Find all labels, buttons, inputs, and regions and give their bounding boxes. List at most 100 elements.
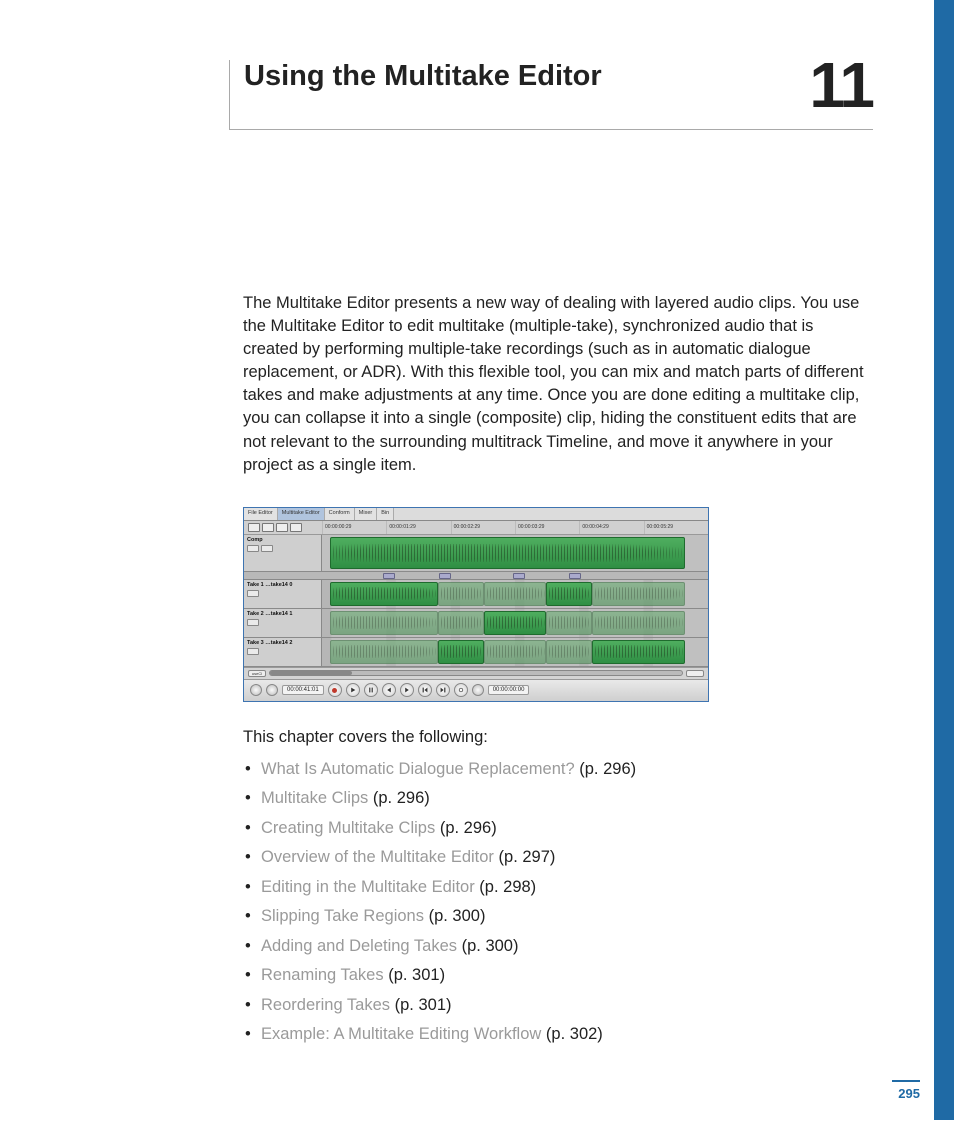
toc-page: (p. 296): [579, 760, 636, 778]
ruler-tick: 00:00:01:29: [386, 521, 450, 534]
horizontal-scroll: useCl: [244, 667, 708, 679]
page: Using the Multitake Editor 11 The Multit…: [0, 0, 954, 1145]
track-take1: Take 1 …take14 0: [244, 580, 708, 609]
toc-link[interactable]: Creating Multitake Clips: [261, 819, 435, 837]
shuttle-icon: [266, 684, 278, 696]
toc-link[interactable]: Multitake Clips: [261, 789, 368, 807]
clip: [484, 582, 546, 606]
toc-link[interactable]: Slipping Take Regions: [261, 907, 424, 925]
content-area: Using the Multitake Editor 11 The Multit…: [243, 60, 873, 1056]
chapter-toc: What Is Automatic Dialogue Replacement? …: [243, 761, 873, 1043]
toc-link[interactable]: Editing in the Multitake Editor: [261, 878, 475, 896]
tab-mixer: Mixer: [355, 508, 377, 520]
toc-item: Multitake Clips (p. 296): [243, 790, 873, 807]
body: The Multitake Editor presents a new way …: [243, 292, 873, 1043]
toc-item: What Is Automatic Dialogue Replacement? …: [243, 761, 873, 778]
toc-item: Reordering Takes (p. 301): [243, 997, 873, 1014]
clip: [546, 640, 592, 664]
toc-link[interactable]: Reordering Takes: [261, 996, 390, 1014]
toc-page: (p. 298): [479, 878, 536, 896]
toc-page: (p. 297): [499, 848, 556, 866]
toc-item: Adding and Deleting Takes (p. 300): [243, 938, 873, 955]
toc-item: Example: A Multitake Editing Workflow (p…: [243, 1026, 873, 1043]
clip: [330, 582, 438, 606]
track-take2: Take 2 …take14 1: [244, 609, 708, 638]
track-take3: Take 3 …take14 2: [244, 638, 708, 667]
rewind-button-icon: [382, 683, 396, 697]
zoom-control: [686, 670, 704, 677]
ruler-tick: 00:00:03:29: [515, 521, 579, 534]
toc-page: (p. 301): [395, 996, 452, 1014]
clip: [484, 640, 546, 664]
marker-row: [244, 572, 708, 580]
track-lane-comp: [322, 535, 708, 571]
toc-page: (p. 300): [462, 937, 519, 955]
track-label: Take 1 …take14 0: [247, 582, 318, 588]
track-label: Take 3 …take14 2: [247, 640, 318, 646]
speaker-icon: [472, 684, 484, 696]
toc-link[interactable]: Example: A Multitake Editing Workflow: [261, 1025, 541, 1043]
track-lane: [322, 638, 708, 666]
clip: [546, 611, 592, 635]
clip: [438, 611, 484, 635]
forward-button-icon: [400, 683, 414, 697]
tab-file-editor: File Editor: [244, 508, 278, 520]
toc-link[interactable]: Adding and Deleting Takes: [261, 937, 457, 955]
skip-back-icon: [418, 683, 432, 697]
toc-page: (p. 296): [440, 819, 497, 837]
side-accent-bar: [934, 0, 954, 1120]
track-comp: Comp: [244, 535, 708, 572]
ruler-tick: 00:00:00:29: [322, 521, 386, 534]
track-head-comp: Comp: [244, 535, 322, 571]
toc-item: Slipping Take Regions (p. 300): [243, 908, 873, 925]
toc-item: Renaming Takes (p. 301): [243, 967, 873, 984]
clip: [592, 582, 685, 606]
jog-wheel-icon: [250, 684, 262, 696]
clip: [484, 611, 546, 635]
tool-buttons: [244, 521, 322, 534]
time-ruler: 00:00:00:29 00:00:01:29 00:00:02:29 00:0…: [322, 521, 708, 534]
toc-page: (p. 302): [546, 1025, 603, 1043]
clip: [438, 640, 484, 664]
chapter-header: Using the Multitake Editor 11: [229, 60, 873, 130]
transport-bar: 00:00:41:01 00:00:00:00: [244, 679, 708, 701]
multitake-editor-screenshot: File Editor Multitake Editor Conform Mix…: [243, 507, 709, 702]
toc-item: Overview of the Multitake Editor (p. 297…: [243, 849, 873, 866]
toc-page: (p. 301): [388, 966, 445, 984]
tab-bin: Bin: [377, 508, 394, 520]
clip: [330, 640, 438, 664]
clip: [546, 582, 592, 606]
toc-link[interactable]: What Is Automatic Dialogue Replacement?: [261, 760, 575, 778]
page-number: 295: [892, 1080, 920, 1101]
clip: [592, 640, 685, 664]
chapter-title: Using the Multitake Editor: [244, 60, 602, 93]
track-label: Comp: [247, 537, 318, 543]
toc-link[interactable]: Renaming Takes: [261, 966, 384, 984]
record-button-icon: [328, 683, 342, 697]
ruler-tick: 00:00:05:29: [644, 521, 708, 534]
intro-paragraph: The Multitake Editor presents a new way …: [243, 292, 873, 477]
track-label: Take 2 …take14 1: [247, 611, 318, 617]
toc-item: Creating Multitake Clips (p. 296): [243, 820, 873, 837]
track-head: Take 1 …take14 0: [244, 580, 322, 608]
covers-label: This chapter covers the following:: [243, 728, 873, 747]
ruler-tick: 00:00:02:29: [451, 521, 515, 534]
track-head: Take 2 …take14 1: [244, 609, 322, 637]
tab-conform: Conform: [325, 508, 355, 520]
clip: [330, 611, 438, 635]
editor-tabs: File Editor Multitake Editor Conform Mix…: [244, 508, 708, 521]
timecode-display: 00:00:41:01: [282, 685, 324, 695]
toc-link[interactable]: Overview of the Multitake Editor: [261, 848, 494, 866]
editor-toolbar: 00:00:00:29 00:00:01:29 00:00:02:29 00:0…: [244, 521, 708, 535]
scroll-track: [269, 670, 683, 676]
chapter-number: 11: [809, 48, 873, 122]
toc-page: (p. 300): [429, 907, 486, 925]
track-head: Take 3 …take14 2: [244, 638, 322, 666]
track-lane: [322, 580, 708, 608]
tab-multitake-editor: Multitake Editor: [278, 508, 325, 520]
skip-fwd-icon: [436, 683, 450, 697]
toc-page: (p. 296): [373, 789, 430, 807]
toc-item: Editing in the Multitake Editor (p. 298): [243, 879, 873, 896]
track-lane: [322, 609, 708, 637]
pause-button-icon: [364, 683, 378, 697]
